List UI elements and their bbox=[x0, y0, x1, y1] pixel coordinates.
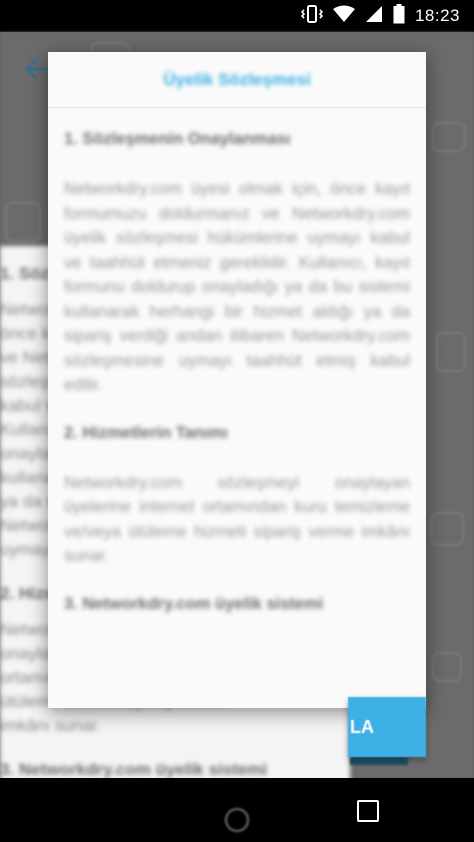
cellular-signal-icon bbox=[365, 5, 383, 28]
terms-dialog: Üyelik Sözleşmesi 1. Sözleşmenin Onaylan… bbox=[48, 52, 426, 708]
status-bar: 18:23 bbox=[0, 0, 474, 32]
section-text: Networkdry.com üyesi olmak için, önce ka… bbox=[64, 180, 410, 394]
section-text: Networkdry.com sözleşmeyi onaylayan üyel… bbox=[64, 473, 410, 566]
button-shadow bbox=[350, 757, 408, 765]
battery-icon bbox=[393, 3, 405, 29]
background-section-title: 3. Networkdry.com üyelik sistemi bbox=[0, 760, 268, 779]
dialog-header: Üyelik Sözleşmesi bbox=[48, 52, 426, 108]
dialog-title: Üyelik Sözleşmesi bbox=[163, 69, 311, 89]
vibrate-icon bbox=[300, 4, 324, 29]
background-doodle bbox=[432, 122, 466, 152]
section-title: 1. Sözleşmenin Onaylanması bbox=[64, 130, 291, 148]
background-doodle bbox=[430, 512, 464, 546]
home-icon[interactable] bbox=[225, 808, 249, 832]
status-time: 18:23 bbox=[414, 6, 460, 25]
wifi-icon bbox=[332, 5, 355, 28]
recent-apps-icon[interactable] bbox=[357, 800, 379, 822]
background-doodle bbox=[436, 332, 466, 372]
background-section-line: imkânı sunar. bbox=[0, 716, 102, 735]
dialog-body[interactable]: 1. Sözleşmenin Onaylanması Networkdry.co… bbox=[48, 108, 426, 614]
accept-button[interactable]: LA bbox=[348, 697, 426, 757]
background-doodle bbox=[5, 202, 41, 242]
section-title: 3. Networkdry.com üyelik sistemi bbox=[64, 594, 324, 613]
accept-button-label: LA bbox=[350, 716, 374, 737]
background-doodle bbox=[432, 652, 462, 682]
section-title: 2. Hizmetlerin Tanımı bbox=[64, 423, 228, 442]
status-icons: 18:23 bbox=[300, 0, 474, 32]
